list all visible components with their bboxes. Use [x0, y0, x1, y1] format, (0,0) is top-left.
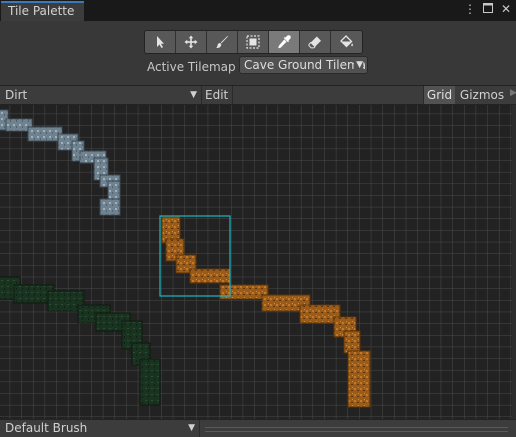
erase-tool-button[interactable] [300, 31, 331, 53]
palette-toolbar: Dirt ▼ Edit Grid Gizmos ▶ [0, 85, 516, 105]
brush-dropdown[interactable]: Default Brush ▼ [0, 420, 199, 437]
tab-bar: Tile Palette ⋮ ✕ [0, 0, 516, 21]
scroll-right-arrow-icon[interactable]: ▶ [510, 88, 516, 102]
move-tool-button[interactable] [176, 31, 207, 53]
divider [199, 420, 200, 437]
tile-grid-view[interactable] [0, 105, 512, 419]
grid-toggle-button[interactable]: Grid [423, 86, 455, 104]
paintbrush-icon [216, 36, 228, 49]
close-icon[interactable]: ✕ [500, 2, 512, 16]
brush-value: Default Brush [5, 421, 88, 435]
pointer-arrow-icon [157, 36, 164, 48]
pick-tool-button[interactable] [269, 31, 300, 53]
tile-palette-canvas[interactable] [0, 105, 512, 419]
move-arrows-icon [184, 35, 198, 49]
box-select-icon [246, 35, 260, 49]
fill-tool-button[interactable] [331, 31, 362, 53]
gizmos-toggle-button[interactable]: Gizmos [456, 86, 508, 104]
box-fill-tool-button[interactable] [238, 31, 269, 53]
dropdown-arrow-icon: ▼ [188, 423, 195, 433]
paint-bucket-icon [339, 35, 353, 48]
more-vertical-icon[interactable]: ⋮ [464, 2, 476, 16]
window-controls: ⋮ ✕ [464, 2, 512, 16]
maximize-icon[interactable] [482, 2, 494, 16]
palette-value: Dirt [5, 88, 28, 102]
eyedropper-icon [278, 35, 291, 49]
brush-inspector-splitter[interactable] [205, 427, 508, 432]
tool-buttons [144, 30, 363, 54]
dropdown-arrow-icon: ▼ [354, 57, 363, 73]
brush-toolbar: Default Brush ▼ [0, 419, 516, 437]
select-tool-button[interactable] [145, 31, 176, 53]
dropdown-arrow-icon: ▼ [190, 90, 197, 100]
tab-tile-palette[interactable]: Tile Palette [1, 1, 84, 21]
canvas-right-edge [512, 105, 516, 419]
active-tilemap-value: Cave Ground Tilemap [244, 58, 368, 72]
edit-button[interactable]: Edit [201, 86, 233, 104]
active-tilemap-label: Active Tilemap [147, 60, 236, 74]
palette-dropdown[interactable]: Dirt ▼ [0, 86, 201, 104]
paint-tool-button[interactable] [207, 31, 238, 53]
active-tilemap-dropdown[interactable]: Cave Ground Tilemap ▼ [239, 56, 368, 74]
eraser-icon [308, 36, 321, 49]
tool-toolbar: Active Tilemap Cave Ground Tilemap ▼ [0, 21, 516, 85]
